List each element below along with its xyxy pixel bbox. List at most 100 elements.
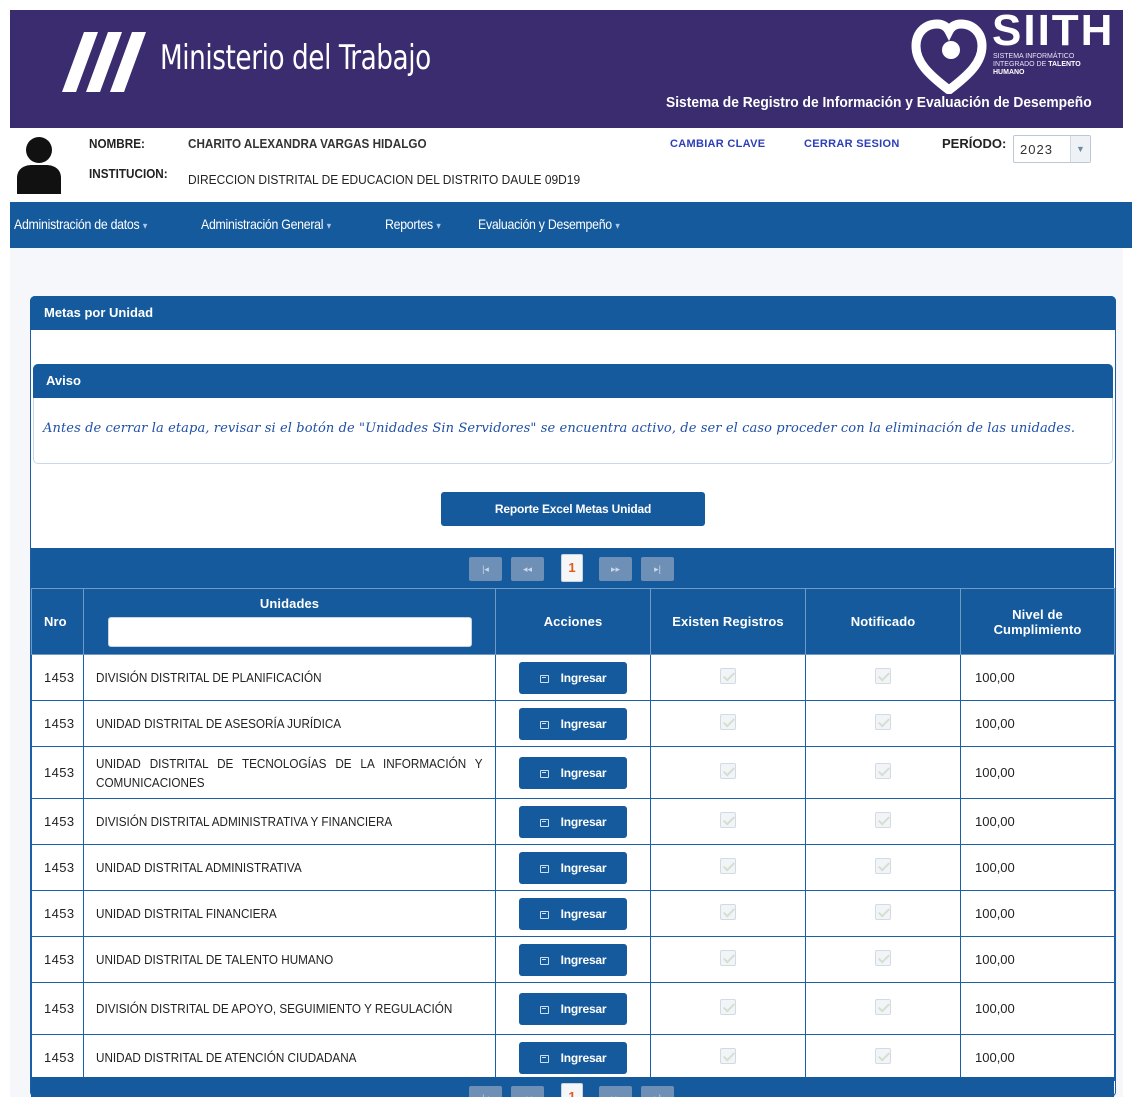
row-actions: Ingresar [495,936,651,983]
ministry-logo-icon [62,32,146,92]
ingresar-button[interactable]: Ingresar [519,756,627,789]
last-page-button[interactable]: ▸| [641,1086,674,1097]
logout-link[interactable]: CERRAR SESION [804,138,900,150]
col-header-notified[interactable]: Notificado [805,588,961,655]
records-checkbox[interactable] [720,950,736,966]
nav-item-evaluation[interactable]: Evaluación y Desempeño ▾ [478,216,620,232]
notified-checkbox[interactable] [875,763,891,779]
row-records [650,936,806,983]
row-level: 100,00 [960,1034,1115,1081]
row-nro: 1453 [31,798,84,845]
ingresar-button[interactable]: Ingresar [519,661,627,694]
calendar-icon [539,720,549,729]
records-checkbox[interactable] [720,858,736,874]
row-notified [805,746,961,799]
calendar-icon [539,956,549,965]
records-checkbox[interactable] [720,763,736,779]
records-checkbox[interactable] [720,714,736,730]
col-header-nro[interactable]: Nro [31,588,84,655]
ingresar-button[interactable]: Ingresar [519,851,627,884]
main-navbar: Administración de datos ▾ Administración … [10,202,1132,248]
period-value: 2023 [1020,142,1053,157]
row-level: 100,00 [960,890,1115,937]
next-page-button[interactable]: ▸▸ [599,557,632,581]
units-filter-input[interactable] [107,617,472,647]
notified-checkbox[interactable] [875,714,891,730]
notified-checkbox[interactable] [875,999,891,1015]
row-unit-name: DIVISIÓN DISTRITAL DE PLANIFICACIÓN [83,654,496,701]
notified-checkbox[interactable] [875,904,891,920]
ingresar-button[interactable]: Ingresar [519,1041,627,1074]
row-level: 100,00 [960,982,1115,1035]
export-excel-button[interactable]: Reporte Excel Metas Unidad [441,492,705,526]
notified-checkbox[interactable] [875,1048,891,1064]
pager-bottom: |◂ ◂◂ 1 ▸▸ ▸| [31,1077,1114,1097]
last-page-button[interactable]: ▸| [641,557,674,581]
table-row: 1453 UNIDAD DISTRITAL FINANCIERA Ingresar 1… [31,890,1115,937]
row-records [650,700,806,747]
notified-checkbox[interactable] [875,858,891,874]
prev-page-button[interactable]: ◂◂ [511,557,544,581]
table-row: 1453 UNIDAD DISTRITAL ADMINISTRATIVA Ingre… [31,844,1115,891]
chevron-down-icon[interactable]: ▼ [1070,136,1090,162]
records-checkbox[interactable] [720,904,736,920]
chevron-down-icon: ▾ [436,221,441,232]
chevron-down-icon: ▾ [326,221,331,232]
row-nro: 1453 [31,936,84,983]
chevron-down-icon: ▾ [142,221,148,232]
col-header-units-label[interactable]: Unidades [260,596,319,611]
row-records [650,746,806,799]
ingresar-button[interactable]: Ingresar [519,943,627,976]
calendar-icon [539,674,549,683]
ingresar-button[interactable]: Ingresar [519,992,627,1025]
row-level: 100,00 [960,844,1115,891]
ingresar-button[interactable]: Ingresar [519,707,627,740]
first-page-button[interactable]: |◂ [469,557,502,581]
period-select[interactable]: 2023 ▼ [1013,135,1091,163]
system-title: Sistema de Registro de Información y Eva… [666,94,1092,111]
row-notified [805,982,961,1035]
ingresar-button[interactable]: Ingresar [519,805,627,838]
col-header-level[interactable]: Nivel de Cumplimiento [960,588,1115,655]
prev-page-button[interactable]: ◂◂ [511,1086,544,1097]
units-table: Nro Unidades Acciones Existen Registros … [31,588,1115,1081]
records-checkbox[interactable] [720,1048,736,1064]
calendar-icon [539,1005,549,1014]
current-page[interactable]: 1 [561,554,583,582]
table-row: 1453 DIVISIÓN DISTRITAL DE APOYO, SEGUIMI… [31,982,1115,1035]
row-notified [805,700,961,747]
row-records [650,798,806,845]
first-page-button[interactable]: |◂ [469,1086,502,1097]
nav-item-reports[interactable]: Reportes ▾ [385,216,441,232]
records-checkbox[interactable] [720,999,736,1015]
current-page[interactable]: 1 [561,1083,583,1097]
row-notified [805,936,961,983]
notice-text: Antes de cerrar la etapa, revisar si el … [43,421,1076,436]
nav-item-data-admin[interactable]: Administración de datos ▾ [14,216,147,232]
user-avatar-icon [17,137,61,194]
siith-logo-icon [911,19,987,94]
change-password-link[interactable]: CAMBIAR CLAVE [670,138,765,150]
next-page-button[interactable]: ▸▸ [599,1086,632,1097]
pager-top: |◂ ◂◂ 1 ▸▸ ▸| [31,548,1114,588]
col-header-records[interactable]: Existen Registros [650,588,806,655]
row-unit-name: UNIDAD DISTRITAL ADMINISTRATIVA [83,844,496,891]
table-row: 1453 UNIDAD DISTRITAL DE TECNOLOGÍAS DE L… [31,746,1115,799]
ingresar-button[interactable]: Ingresar [519,897,627,930]
row-level: 100,00 [960,798,1115,845]
notified-checkbox[interactable] [875,812,891,828]
row-actions: Ingresar [495,844,651,891]
row-notified [805,798,961,845]
row-unit-name: UNIDAD DISTRITAL FINANCIERA [83,890,496,937]
records-checkbox[interactable] [720,812,736,828]
calendar-icon [539,818,549,827]
row-actions: Ingresar [495,890,651,937]
records-checkbox[interactable] [720,668,736,684]
row-level: 100,00 [960,700,1115,747]
notified-checkbox[interactable] [875,950,891,966]
row-records [650,654,806,701]
table-row: 1453 DIVISIÓN DISTRITAL DE PLANIFICACIÓN I… [31,654,1115,701]
notified-checkbox[interactable] [875,668,891,684]
nav-item-general-admin[interactable]: Administración General ▾ [201,216,331,232]
institution-label: INSTITUCION: [89,166,168,181]
